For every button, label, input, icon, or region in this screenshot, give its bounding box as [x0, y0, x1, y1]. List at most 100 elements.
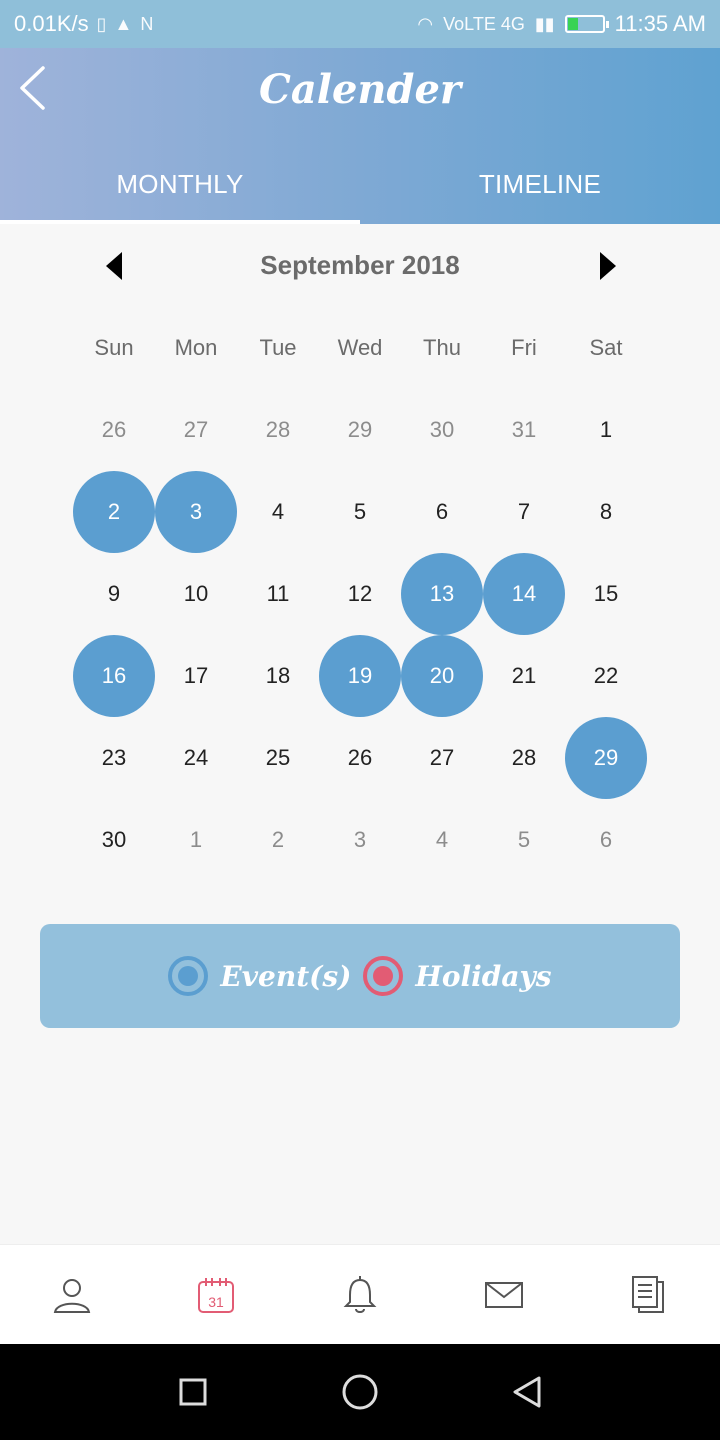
- tab-monthly[interactable]: MONTHLY: [0, 144, 360, 224]
- calendar-day-number: 14: [483, 553, 565, 635]
- weekday-label: Mon: [174, 335, 218, 360]
- vibrate-icon: ▯: [96, 13, 107, 34]
- calendar-day-number: 18: [265, 663, 291, 688]
- calendar-day-number: 5: [353, 499, 367, 524]
- square-icon: [179, 1378, 207, 1406]
- calendar-day[interactable]: 22: [565, 635, 647, 717]
- weekday-label: Fri: [511, 335, 537, 360]
- calendar-day-event[interactable]: 3: [155, 471, 237, 553]
- calendar-icon: 31: [198, 1277, 234, 1313]
- calendar-day-number: 5: [517, 827, 531, 852]
- calendar-day[interactable]: 7: [483, 471, 565, 553]
- calendar-day-outside-month[interactable]: 4: [401, 799, 483, 881]
- calendar-day-outside-month[interactable]: 6: [565, 799, 647, 881]
- network-speed: 0.01K/s: [14, 11, 89, 36]
- wifi-icon: ◠: [417, 13, 434, 34]
- weekday-label: Thu: [423, 335, 461, 360]
- nav-messages-button[interactable]: [468, 1259, 540, 1331]
- calendar-day[interactable]: 12: [319, 553, 401, 635]
- calendar-day-number: 27: [183, 417, 209, 442]
- tab-timeline[interactable]: TIMELINE: [360, 144, 720, 224]
- calendar-day-outside-month[interactable]: 27: [155, 389, 237, 471]
- nav-profile-button[interactable]: [36, 1259, 108, 1331]
- month-navigation: September 2018: [0, 244, 720, 288]
- clock: 11:35 AM: [614, 11, 706, 36]
- calendar-day[interactable]: 26: [319, 717, 401, 799]
- nav-calendar-button[interactable]: 31: [180, 1259, 252, 1331]
- calendar-day[interactable]: 17: [155, 635, 237, 717]
- calendar-day-number: 25: [265, 745, 291, 770]
- calendar-day-outside-month[interactable]: 5: [483, 799, 565, 881]
- legend: Event(s) Holidays: [40, 924, 680, 1028]
- calendar-day-outside-month[interactable]: 26: [73, 389, 155, 471]
- weekday-label: Tue: [259, 335, 297, 360]
- calendar-day-number: 13: [401, 553, 483, 635]
- calendar-day-number: 23: [101, 745, 127, 770]
- calendar-day-number: 12: [347, 581, 373, 606]
- calendar-day-number: 16: [73, 635, 155, 717]
- calendar-day[interactable]: 24: [155, 717, 237, 799]
- nav-notifications-button[interactable]: [324, 1259, 396, 1331]
- calendar-day[interactable]: 30: [73, 799, 155, 881]
- legend-holidays-label: Holidays: [415, 959, 552, 993]
- calendar-day-number: 15: [593, 581, 619, 606]
- next-month-button[interactable]: [590, 248, 626, 284]
- calendar-day[interactable]: 6: [401, 471, 483, 553]
- calendar-day[interactable]: 9: [73, 553, 155, 635]
- nav-documents-button[interactable]: [612, 1259, 684, 1331]
- calendar-day-number: 7: [517, 499, 531, 524]
- calendar-day[interactable]: 15: [565, 553, 647, 635]
- calendar-day-number: 8: [599, 499, 613, 524]
- bell-icon: [343, 1275, 377, 1313]
- calendar-day-number: 26: [101, 417, 127, 442]
- calendar-day-event[interactable]: 2: [73, 471, 155, 553]
- calendar-day[interactable]: 18: [237, 635, 319, 717]
- calendar-day-event[interactable]: 13: [401, 553, 483, 635]
- recents-button[interactable]: [163, 1362, 223, 1422]
- mail-icon: [485, 1281, 523, 1308]
- calendar-icon-text: 31: [208, 1294, 224, 1310]
- calendar-day[interactable]: 21: [483, 635, 565, 717]
- calendar-day-number: 28: [511, 745, 537, 770]
- calendar-day[interactable]: 23: [73, 717, 155, 799]
- calendar-day-event[interactable]: 14: [483, 553, 565, 635]
- calendar-day-number: 19: [319, 635, 401, 717]
- system-navigation-bar: [0, 1344, 720, 1440]
- calendar-day-outside-month[interactable]: 2: [237, 799, 319, 881]
- home-button[interactable]: [330, 1362, 390, 1422]
- calendar-day-number: 2: [271, 827, 285, 852]
- calendar-day-number: 27: [429, 745, 455, 770]
- calendar-day[interactable]: 25: [237, 717, 319, 799]
- calendar-day-number: 3: [353, 827, 367, 852]
- calendar-day-number: 21: [511, 663, 537, 688]
- calendar-day[interactable]: 28: [483, 717, 565, 799]
- calendar-day[interactable]: 27: [401, 717, 483, 799]
- calendar-day[interactable]: 8: [565, 471, 647, 553]
- calendar-day-event[interactable]: 29: [565, 717, 647, 799]
- app-header: Calender MONTHLY TIMELINE: [0, 48, 720, 224]
- calendar-day-outside-month[interactable]: 1: [155, 799, 237, 881]
- calendar-grid: 26 27 28 29 30 31 1 2 3 4 5 6 7 8 9 10 11 12 13 14 15 16 17 18 1…: [73, 389, 647, 881]
- calendar-day-outside-month[interactable]: 30: [401, 389, 483, 471]
- calendar-day-event[interactable]: 16: [73, 635, 155, 717]
- calendar-day-number: 26: [347, 745, 373, 770]
- calendar-day[interactable]: 1: [565, 389, 647, 471]
- tab-timeline-label: TIMELINE: [478, 168, 602, 199]
- calendar-day[interactable]: 5: [319, 471, 401, 553]
- calendar-day-outside-month[interactable]: 28: [237, 389, 319, 471]
- calendar-day[interactable]: 4: [237, 471, 319, 553]
- calendar-day-number: 29: [565, 717, 647, 799]
- calendar-day-number: 17: [183, 663, 209, 688]
- calendar-day-outside-month[interactable]: 3: [319, 799, 401, 881]
- calendar-day-number: 20: [401, 635, 483, 717]
- circle-icon: [342, 1374, 378, 1410]
- calendar-day-outside-month[interactable]: 29: [319, 389, 401, 471]
- calendar-day-event[interactable]: 19: [319, 635, 401, 717]
- calendar-day-event[interactable]: 20: [401, 635, 483, 717]
- calendar-day-outside-month[interactable]: 31: [483, 389, 565, 471]
- weekday-label: Wed: [337, 335, 383, 360]
- calendar-day[interactable]: 11: [237, 553, 319, 635]
- calendar-day[interactable]: 10: [155, 553, 237, 635]
- calendar-day-number: 30: [429, 417, 455, 442]
- system-back-button[interactable]: [497, 1362, 557, 1422]
